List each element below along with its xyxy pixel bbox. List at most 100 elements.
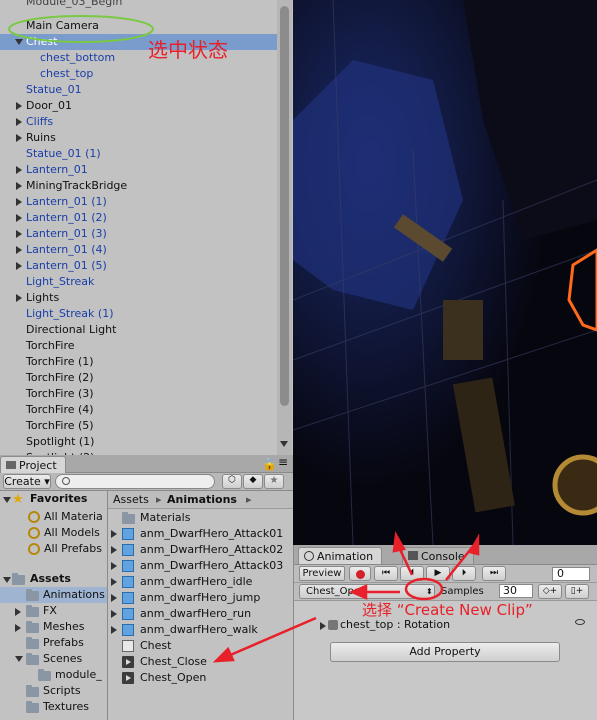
file-list-item[interactable]: anm_dwarfHero_jump	[140, 590, 260, 606]
file-list-item[interactable]: anm_DwarfHero_Attack01	[140, 526, 283, 542]
collapse-arrow-icon[interactable]	[15, 656, 23, 662]
expand-arrow-icon[interactable]	[16, 214, 22, 222]
assets-tree-item[interactable]: Meshes	[43, 619, 84, 635]
lock-icon[interactable]: 🔒	[262, 457, 277, 471]
add-keyframe-button[interactable]: ◇+	[538, 584, 562, 599]
expand-arrow-icon[interactable]	[16, 294, 22, 302]
add-event-button[interactable]: ▯+	[565, 584, 589, 599]
play-button[interactable]: ▶	[426, 566, 450, 581]
hierarchy-item[interactable]: TorchFire	[26, 338, 75, 354]
file-list-item[interactable]: Materials	[140, 510, 190, 526]
file-list-item[interactable]: Chest	[140, 638, 171, 654]
hierarchy-item[interactable]: Statue_01 (1)	[26, 146, 101, 162]
hierarchy-item[interactable]: Door_01	[26, 98, 72, 114]
hierarchy-item[interactable]: TorchFire (2)	[26, 370, 94, 386]
first-key-button[interactable]: ⏮	[374, 566, 398, 581]
property-row-label[interactable]: chest_top : Rotation	[340, 617, 450, 633]
favorites-item[interactable]: All Prefabs	[44, 541, 102, 557]
preview-button[interactable]: Preview	[299, 566, 345, 581]
breadcrumb-current[interactable]: Animations	[167, 492, 237, 508]
hierarchy-item[interactable]: Lantern_01 (4)	[26, 242, 107, 258]
hierarchy-item[interactable]: chest_bottom	[40, 50, 115, 66]
samples-field[interactable]: 30	[499, 584, 533, 598]
file-list-item[interactable]: Chest_Close	[140, 654, 207, 670]
expand-arrow-icon[interactable]	[15, 624, 21, 632]
hierarchy-item[interactable]: TorchFire (3)	[26, 386, 94, 402]
tab-console[interactable]: Console	[402, 547, 474, 564]
hierarchy-item[interactable]: Lantern_01 (5)	[26, 258, 107, 274]
next-key-button[interactable]: ⏵	[452, 566, 476, 581]
assets-tree-item[interactable]: Scripts	[43, 683, 81, 699]
expand-arrow-icon[interactable]	[16, 198, 22, 206]
hierarchy-scrollbar-thumb[interactable]	[280, 6, 289, 406]
favorite-star-icon[interactable]: ★	[264, 474, 284, 489]
hierarchy-item[interactable]: Lantern_01 (1)	[26, 194, 107, 210]
expand-arrow-icon[interactable]	[16, 262, 22, 270]
assets-tree-item[interactable]: Animations	[43, 587, 105, 603]
filter-label-icon[interactable]: ◆	[243, 474, 263, 489]
hierarchy-item[interactable]: TorchFire (4)	[26, 402, 94, 418]
hierarchy-item[interactable]: Statue_01	[26, 82, 82, 98]
expand-arrow-icon[interactable]	[16, 102, 22, 110]
hierarchy-item[interactable]: Light_Streak (1)	[26, 306, 113, 322]
hierarchy-item[interactable]: MiningTrackBridge	[26, 178, 127, 194]
file-list-item[interactable]: anm_dwarfHero_run	[140, 606, 251, 622]
create-button[interactable]: Create ▾	[3, 474, 51, 489]
record-button[interactable]	[349, 566, 371, 581]
hierarchy-item[interactable]: Lantern_01	[26, 162, 88, 178]
expand-arrow-icon[interactable]	[111, 578, 117, 586]
favorites-expand-icon[interactable]	[3, 497, 11, 503]
expand-arrow-icon[interactable]	[111, 546, 117, 554]
expand-arrow-icon[interactable]	[111, 626, 117, 634]
expand-arrow-icon[interactable]	[111, 530, 117, 538]
hierarchy-item[interactable]: Directional Light	[26, 322, 116, 338]
filter-type-icon[interactable]: ⬡	[222, 474, 242, 489]
expand-arrow-icon[interactable]	[16, 118, 22, 126]
assets-tree-item[interactable]: Scenes	[43, 651, 82, 667]
clip-select[interactable]: Chest_Open ⬍	[299, 584, 435, 599]
file-list-item[interactable]: Chest_Open	[140, 670, 206, 686]
assets-label[interactable]: Assets	[30, 571, 71, 587]
file-list-item[interactable]: anm_DwarfHero_Attack03	[140, 558, 283, 574]
assets-expand-icon[interactable]	[3, 577, 11, 583]
hierarchy-item[interactable]: Cliffs	[26, 114, 53, 130]
expand-arrow-icon[interactable]	[16, 182, 22, 190]
file-list-item[interactable]: anm_dwarfHero_walk	[140, 622, 258, 638]
favorites-item[interactable]: All Materia	[44, 509, 103, 525]
expand-arrow-icon[interactable]	[111, 562, 117, 570]
prev-key-button[interactable]: ⏴	[400, 566, 424, 581]
last-key-button[interactable]: ⏭	[482, 566, 506, 581]
file-list-item[interactable]: anm_dwarfHero_idle	[140, 574, 252, 590]
frame-field[interactable]: 0	[552, 567, 590, 581]
expand-arrow-icon[interactable]	[111, 610, 117, 618]
hierarchy-item[interactable]: chest_top	[40, 66, 93, 82]
tab-project[interactable]: Project	[0, 456, 66, 473]
assets-tree-item[interactable]: Textures	[43, 699, 89, 715]
favorites-item[interactable]: All Models	[44, 525, 100, 541]
file-list-item[interactable]: anm_DwarfHero_Attack02	[140, 542, 283, 558]
hierarchy-item[interactable]: Light_Streak	[26, 274, 94, 290]
menu-icon[interactable]: ≡	[278, 455, 288, 469]
expand-arrow-icon[interactable]	[16, 166, 22, 174]
assets-tree-item[interactable]: FX	[43, 603, 57, 619]
scroll-down-icon[interactable]	[280, 441, 288, 447]
hierarchy-scrollbar[interactable]	[277, 0, 292, 455]
hierarchy-item[interactable]: Spotlight (1)	[26, 434, 94, 450]
property-menu-icon[interactable]	[575, 619, 585, 625]
tab-animation[interactable]: Animation	[298, 547, 383, 564]
expand-arrow-icon[interactable]	[16, 246, 22, 254]
hierarchy-item[interactable]: Lights	[26, 290, 59, 306]
assets-tree-item[interactable]: module_	[55, 667, 102, 683]
expand-arrow-icon[interactable]	[16, 230, 22, 238]
hierarchy-item[interactable]: TorchFire (1)	[26, 354, 94, 370]
expand-arrow-icon[interactable]	[111, 594, 117, 602]
expand-arrow-icon[interactable]	[15, 608, 21, 616]
hierarchy-item[interactable]: TorchFire (5)	[26, 418, 94, 434]
hierarchy-item[interactable]: Ruins	[26, 130, 56, 146]
hierarchy-item[interactable]: Lantern_01 (2)	[26, 210, 107, 226]
expand-arrow-icon[interactable]	[16, 134, 22, 142]
scene-view[interactable]	[293, 0, 597, 545]
project-search-input[interactable]	[55, 474, 215, 489]
add-property-button[interactable]: Add Property	[330, 642, 560, 662]
property-expand-icon[interactable]	[320, 622, 326, 630]
